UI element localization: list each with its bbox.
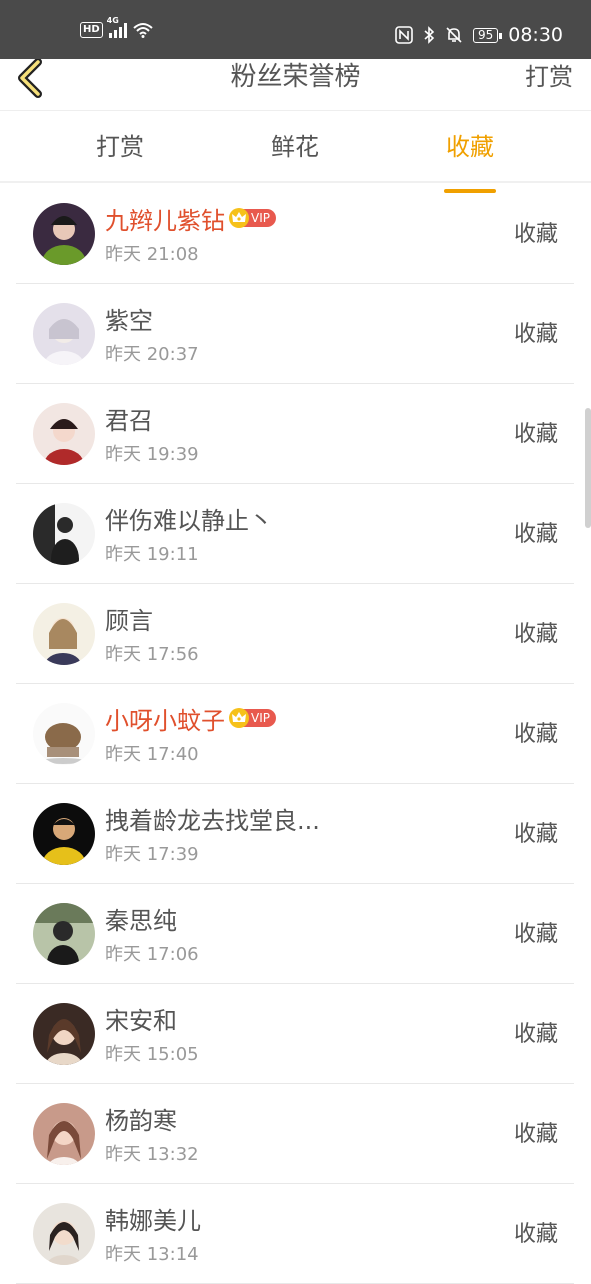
list-item[interactable]: 拽着龄龙去找堂良... 昨天 17:39 收藏 xyxy=(16,783,574,884)
name-line: 九辫儿紫钻 VIP xyxy=(105,200,276,236)
fan-name[interactable]: 九辫儿紫钻 xyxy=(105,201,225,236)
tab-favorites-label: 收藏 xyxy=(446,133,494,161)
action-label: 收藏 xyxy=(513,722,558,747)
tab-flowers[interactable]: 鲜花 xyxy=(235,129,355,165)
fan-name[interactable]: 顾言 xyxy=(105,601,153,636)
fan-time: 昨天 13:14 xyxy=(105,1244,199,1265)
action-label: 收藏 xyxy=(513,1122,558,1147)
network-label: 4G xyxy=(106,16,119,25)
fan-name[interactable]: 伴伤难以静止丶 xyxy=(105,501,273,536)
fan-time: 昨天 15:05 xyxy=(105,1044,199,1065)
fan-time: 昨天 17:40 xyxy=(105,744,199,765)
hd-badge: HD xyxy=(80,22,103,38)
avatar[interactable] xyxy=(33,903,95,965)
action-label: 收藏 xyxy=(513,822,558,847)
fan-name[interactable]: 秦思纯 xyxy=(105,901,177,936)
fan-name[interactable]: 宋安和 xyxy=(105,1001,177,1036)
fan-time: 昨天 17:39 xyxy=(105,844,199,865)
action-label: 收藏 xyxy=(513,222,558,247)
scrollbar[interactable] xyxy=(585,408,591,528)
name-line: 秦思纯 xyxy=(105,900,177,936)
avatar[interactable] xyxy=(33,703,95,765)
signal-icon: 4G xyxy=(107,16,127,38)
avatar[interactable] xyxy=(33,803,95,865)
fan-time: 昨天 17:56 xyxy=(105,644,199,665)
status-bar: HD 4G 95 08:30 xyxy=(0,0,591,59)
fan-name[interactable]: 杨韵寒 xyxy=(105,1101,177,1136)
avatar[interactable] xyxy=(33,1203,95,1265)
avatar[interactable] xyxy=(33,303,95,365)
wifi-icon xyxy=(133,23,153,38)
bluetooth-icon xyxy=(424,26,435,44)
action-label: 收藏 xyxy=(513,522,558,547)
avatar[interactable] xyxy=(33,403,95,465)
name-line: 君召 xyxy=(105,400,153,436)
action-label: 收藏 xyxy=(513,422,558,447)
fan-time: 昨天 19:11 xyxy=(105,544,199,565)
fan-name[interactable]: 紫空 xyxy=(105,301,153,336)
name-line: 小呀小蚊子 VIP xyxy=(105,700,276,736)
avatar[interactable] xyxy=(33,1103,95,1165)
avatar[interactable] xyxy=(33,603,95,665)
avatar[interactable] xyxy=(33,1003,95,1065)
fan-name[interactable]: 君召 xyxy=(105,401,153,436)
fan-name[interactable]: 韩娜美儿 xyxy=(105,1201,201,1236)
action-label: 收藏 xyxy=(513,322,558,347)
list-item[interactable]: 九辫儿紫钻 VIP 昨天 21:08 收藏 xyxy=(16,183,574,284)
action-label: 收藏 xyxy=(513,622,558,647)
list-item[interactable]: 小呀小蚊子 VIP 昨天 17:40 收藏 xyxy=(16,683,574,784)
bell-off-icon xyxy=(446,27,462,43)
action-label: 收藏 xyxy=(513,922,558,947)
name-line: 伴伤难以静止丶 xyxy=(105,500,273,536)
status-right: 95 08:30 xyxy=(395,24,563,46)
name-line: 拽着龄龙去找堂良... xyxy=(105,800,320,836)
fan-time: 昨天 20:37 xyxy=(105,344,199,365)
crown-icon xyxy=(229,708,249,728)
battery-icon: 95 xyxy=(472,27,503,43)
fan-name[interactable]: 拽着龄龙去找堂良... xyxy=(105,801,320,836)
list-item[interactable]: 韩娜美儿昨天 13:14 收藏 xyxy=(16,1183,574,1284)
nfc-icon xyxy=(395,26,413,44)
fan-time: 昨天 21:08 xyxy=(105,244,199,265)
tab-favorites[interactable]: 收藏 xyxy=(410,129,530,193)
fan-name[interactable]: 小呀小蚊子 xyxy=(105,701,225,736)
list-item[interactable]: 秦思纯昨天 17:06 收藏 xyxy=(16,883,574,984)
name-line: 宋安和 xyxy=(105,1000,177,1036)
list-item[interactable]: 紫空昨天 20:37 收藏 xyxy=(16,283,574,384)
name-line: 紫空 xyxy=(105,300,153,336)
avatar[interactable] xyxy=(33,203,95,265)
reward-button[interactable]: 打赏 xyxy=(525,59,573,95)
crown-icon xyxy=(229,208,249,228)
status-time: 08:30 xyxy=(508,24,563,46)
fan-time: 昨天 13:32 xyxy=(105,1144,199,1165)
name-line: 韩娜美儿 xyxy=(105,1200,201,1236)
action-label: 收藏 xyxy=(513,1022,558,1047)
name-line: 杨韵寒 xyxy=(105,1100,177,1136)
fan-time: 昨天 19:39 xyxy=(105,444,199,465)
nav-bar: 粉丝荣誉榜 打赏 xyxy=(0,58,591,111)
avatar[interactable] xyxy=(33,503,95,565)
list-item[interactable]: 顾言昨天 17:56 收藏 xyxy=(16,583,574,684)
list-item[interactable]: 杨韵寒昨天 13:32 收藏 xyxy=(16,1083,574,1184)
name-line: 顾言 xyxy=(105,600,153,636)
tab-bar: 打赏 鲜花 收藏 xyxy=(0,111,591,193)
tab-reward[interactable]: 打赏 xyxy=(60,129,180,165)
list-item[interactable]: 宋安和昨天 15:05 收藏 xyxy=(16,983,574,1084)
list-item[interactable]: 君召昨天 19:39 收藏 xyxy=(16,383,574,484)
action-label: 收藏 xyxy=(513,1222,558,1247)
status-left: HD 4G xyxy=(80,16,153,38)
page-title: 粉丝荣誉榜 xyxy=(230,62,361,92)
list-item[interactable]: 伴伤难以静止丶昨天 19:11 收藏 xyxy=(16,483,574,584)
fan-time: 昨天 17:06 xyxy=(105,944,199,965)
